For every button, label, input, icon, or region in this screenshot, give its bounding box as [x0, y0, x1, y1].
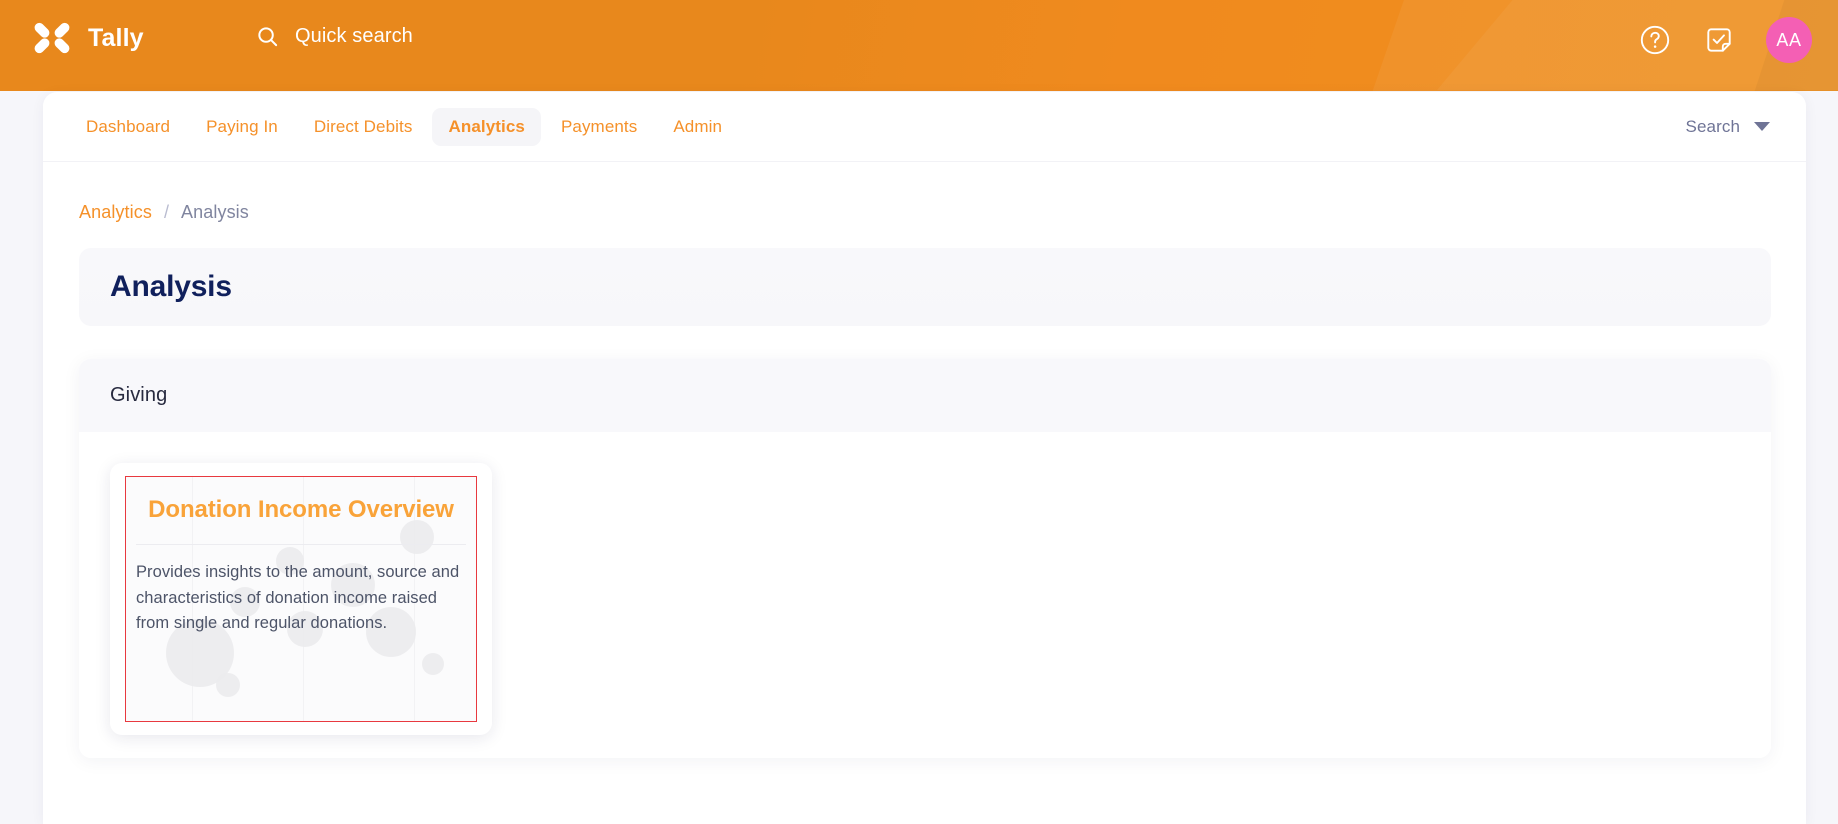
section-header-giving: Giving — [79, 359, 1771, 432]
brand-name: Tally — [88, 23, 144, 52]
report-card-divider — [136, 544, 466, 546]
chevron-down-icon — [1754, 122, 1770, 131]
nav-item-analytics[interactable]: Analytics — [432, 107, 541, 146]
tally-pinwheel-logo-icon — [30, 16, 74, 60]
avatar-initials: AA — [1776, 29, 1802, 50]
top-header-bar: Tally Quick search AA — [0, 0, 1838, 91]
help-button[interactable] — [1638, 23, 1672, 57]
content-sheet: Dashboard Paying In Direct Debits Analyt… — [43, 92, 1806, 824]
report-card-title: Donation Income Overview — [148, 496, 454, 523]
question-circle-icon — [1638, 23, 1672, 57]
quick-search-placeholder: Quick search — [295, 24, 413, 47]
section-body-giving: Donation Income Overview Provides insigh… — [79, 432, 1771, 758]
nav-item-admin[interactable]: Admin — [657, 108, 738, 146]
nav-items: Dashboard Paying In Direct Debits Analyt… — [70, 107, 738, 146]
breadcrumb-separator: / — [163, 202, 170, 222]
quick-search-input[interactable]: Quick search — [256, 14, 413, 58]
avatar[interactable]: AA — [1766, 17, 1812, 63]
report-card-description: Provides insights to the amount, source … — [136, 563, 460, 633]
nav-search-dropdown[interactable]: Search — [1686, 117, 1770, 137]
app-window: Tally Quick search AA Dashboard Paying I… — [0, 0, 1838, 824]
report-card-content: Donation Income Overview Provides insigh… — [126, 494, 476, 637]
breadcrumb-link-analytics[interactable]: Analytics — [79, 202, 152, 223]
decorative-bubble — [216, 673, 240, 697]
search-icon — [256, 25, 279, 48]
nav-item-payments[interactable]: Payments — [545, 108, 653, 146]
page-body: Analytics / Analysis Analysis Giving Don… — [43, 163, 1806, 824]
nav-search-label: Search — [1685, 116, 1740, 136]
note-check-icon — [1702, 23, 1736, 57]
nav-item-paying-in[interactable]: Paying In — [190, 108, 294, 146]
decorative-bubble — [422, 653, 444, 675]
tasks-button[interactable] — [1702, 23, 1736, 57]
breadcrumb: Analytics / Analysis — [79, 202, 249, 223]
page-title: Analysis — [110, 270, 232, 303]
nav-item-dashboard[interactable]: Dashboard — [70, 108, 186, 146]
report-card-highlight-frame: Donation Income Overview Provides insigh… — [125, 476, 477, 722]
page-title-panel: Analysis — [79, 248, 1771, 326]
breadcrumb-current: Analysis — [181, 202, 249, 222]
header-actions: AA — [1638, 11, 1812, 69]
report-card-donation-income-overview[interactable]: Donation Income Overview Provides insigh… — [110, 463, 492, 735]
section-panel-giving: Giving Donation Income Overview Provides… — [79, 359, 1771, 758]
page-right-gutter — [1806, 91, 1838, 824]
main-nav-bar: Dashboard Paying In Direct Debits Analyt… — [43, 92, 1806, 162]
nav-item-direct-debits[interactable]: Direct Debits — [298, 108, 429, 146]
section-heading: Giving — [110, 384, 168, 406]
brand[interactable]: Tally — [30, 8, 144, 68]
